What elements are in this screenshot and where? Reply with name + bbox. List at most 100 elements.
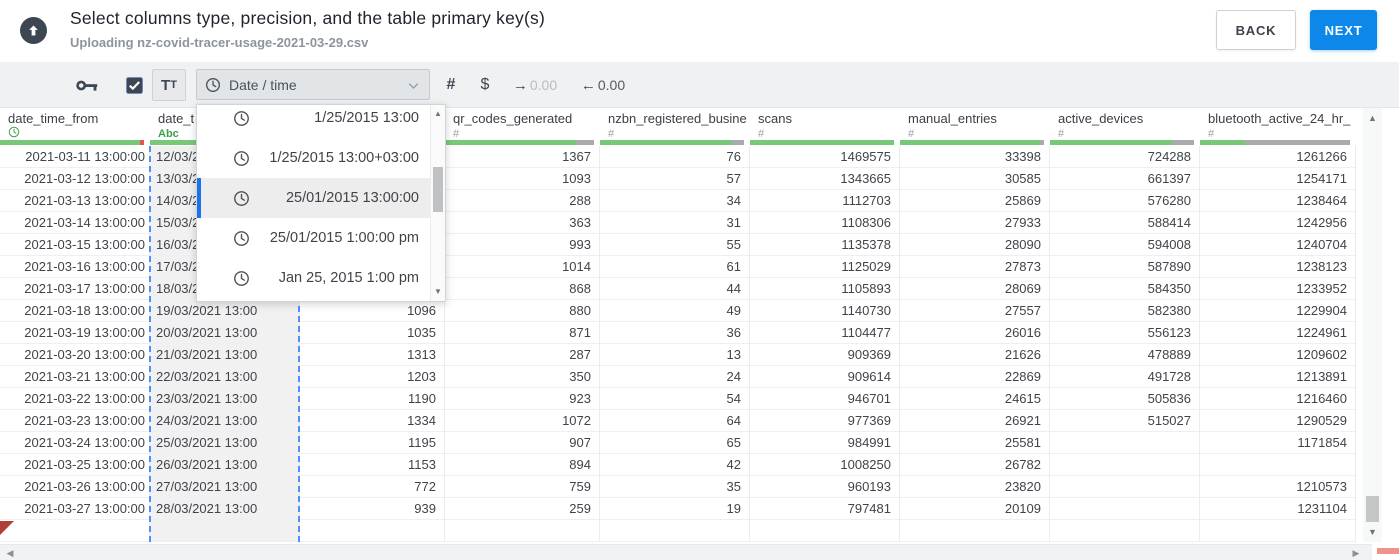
cell: 1238123: [1200, 256, 1356, 278]
column-name: active_devices: [1058, 111, 1144, 126]
cell: 587890: [1050, 256, 1200, 278]
next-button[interactable]: NEXT: [1310, 10, 1377, 50]
cell: 287: [445, 344, 600, 366]
empty-row: [0, 520, 1356, 542]
back-button[interactable]: BACK: [1216, 10, 1296, 50]
cell: 1313: [300, 344, 445, 366]
cell: 2021-03-13 13:00:00: [0, 190, 150, 212]
clock-icon: [233, 230, 250, 247]
cell: [1050, 476, 1200, 498]
text-type-label: Abc: [158, 128, 179, 140]
cell: 2021-03-25 13:00:00: [0, 454, 150, 476]
datetime-format-option[interactable]: 1/25/2015 13:00+03:00: [197, 138, 432, 178]
scroll-up-arrow-icon[interactable]: ▲: [1363, 110, 1382, 126]
cell: 2021-03-24 13:00:00: [0, 432, 150, 454]
precision-increase-button[interactable]: → 0.00: [506, 62, 564, 108]
cell: [1050, 454, 1200, 476]
cell: 34: [600, 190, 750, 212]
cell: 1231104: [1200, 498, 1356, 520]
datetime-format-option[interactable]: 1/25/2015 13:00: [197, 105, 432, 138]
money-type-button[interactable]: $: [472, 62, 498, 108]
boolean-type-checkbox-icon[interactable]: [120, 62, 148, 108]
cell: [750, 520, 900, 542]
datetime-format-select[interactable]: Date / time: [196, 69, 430, 100]
cell: 1072: [445, 410, 600, 432]
cell: 31: [600, 212, 750, 234]
table-row: 2021-03-18 13:00:00 19/03/2021 13:00 1096 8…: [0, 300, 1356, 322]
column-header-bluetooth_active_24_hr_[interactable]: bluetooth_active_24_hr_ #: [1200, 108, 1356, 140]
cell: 1254171: [1200, 168, 1356, 190]
cell: 1190: [300, 388, 445, 410]
cell: 22869: [900, 366, 1050, 388]
cell: 868: [445, 278, 600, 300]
dropdown-scroll-down-icon[interactable]: ▼: [431, 285, 445, 299]
cell: 20/03/2021 13:00: [150, 322, 300, 344]
vertical-scroll-thumb[interactable]: [1366, 496, 1379, 522]
cell: 33398: [900, 146, 1050, 168]
scroll-down-arrow-icon[interactable]: ▼: [1363, 524, 1382, 540]
cell: 1290529: [1200, 410, 1356, 432]
column-header-qr_codes_generated[interactable]: qr_codes_generated #: [445, 108, 600, 140]
scroll-left-arrow-icon[interactable]: ◀: [2, 545, 18, 560]
cell: 35: [600, 476, 750, 498]
cell: 724288: [1050, 146, 1200, 168]
column-header-scans[interactable]: scans #: [750, 108, 900, 140]
column-header-date_time_from[interactable]: date_time_from: [0, 108, 150, 140]
vertical-scrollbar[interactable]: ▲ ▼: [1363, 108, 1382, 542]
cell: 57: [600, 168, 750, 190]
cell: 21626: [900, 344, 1050, 366]
cell: [0, 520, 150, 542]
cell: 1195: [300, 432, 445, 454]
cell: 759: [445, 476, 600, 498]
dropdown-scroll-thumb[interactable]: [433, 167, 443, 212]
quality-bar: [600, 140, 750, 145]
cell: 909369: [750, 344, 900, 366]
clock-icon: [233, 110, 250, 127]
cell: [1200, 454, 1356, 476]
cell: [445, 520, 600, 542]
cell: 491728: [1050, 366, 1200, 388]
column-header-manual_entries[interactable]: manual_entries #: [900, 108, 1050, 140]
datetime-format-option[interactable]: Jan 25, 2015 1:00 pm: [197, 258, 432, 298]
quality-bar: [900, 140, 1050, 145]
dropdown-scroll-up-icon[interactable]: ▲: [431, 107, 445, 121]
page-title: Select columns type, precision, and the …: [70, 8, 545, 28]
cell: 871: [445, 322, 600, 344]
cell: 36: [600, 322, 750, 344]
column-header-nzbn_registered_busine[interactable]: nzbn_registered_busine #: [600, 108, 750, 140]
cell: 1233952: [1200, 278, 1356, 300]
cell: 2021-03-22 13:00:00: [0, 388, 150, 410]
cell: 582380: [1050, 300, 1200, 322]
column-header-active_devices[interactable]: active_devices #: [1050, 108, 1200, 140]
datetime-format-option[interactable]: 25/01/2015 13:00:00: [197, 178, 432, 218]
quality-bar: [1200, 140, 1356, 145]
cell: 984991: [750, 432, 900, 454]
number-type-label: #: [908, 128, 915, 140]
cell: 27557: [900, 300, 1050, 322]
column-type-toolbar: TT Date / time # $ → 0.00 ← 0.00: [0, 62, 1399, 108]
table-row: 2021-03-24 13:00:00 25/03/2021 13:00 1195 9…: [0, 432, 1356, 454]
horizontal-scroll-indicator: [1377, 548, 1399, 554]
precision-decrease-button[interactable]: ← 0.00: [574, 62, 632, 108]
cell: 1035: [300, 322, 445, 344]
cell: 1261266: [1200, 146, 1356, 168]
cell: 2021-03-21 13:00:00: [0, 366, 150, 388]
primary-key-icon[interactable]: [72, 62, 102, 108]
chevron-down-icon: [406, 78, 421, 98]
cell: 1209602: [1200, 344, 1356, 366]
clock-icon: [233, 270, 250, 287]
cell: 2021-03-15 13:00:00: [0, 234, 150, 256]
text-type-button[interactable]: TT: [152, 69, 186, 101]
table-row: 2021-03-25 13:00:00 26/03/2021 13:00 1153 8…: [0, 454, 1356, 476]
datetime-format-option[interactable]: 25/01/2015 1:00:00 pm: [197, 218, 432, 258]
dropdown-scrollbar[interactable]: ▲ ▼: [430, 105, 445, 301]
horizontal-scrollbar[interactable]: ◀ ▶: [0, 544, 1372, 560]
cell: 13: [600, 344, 750, 366]
scroll-right-arrow-icon[interactable]: ▶: [1348, 545, 1364, 560]
cell: 28/03/2021 13:00: [150, 498, 300, 520]
cell: 907: [445, 432, 600, 454]
table-row: 2021-03-27 13:00:00 28/03/2021 13:00 939 25…: [0, 498, 1356, 520]
cell: 960193: [750, 476, 900, 498]
cell: 44: [600, 278, 750, 300]
integer-type-button[interactable]: #: [438, 62, 464, 108]
